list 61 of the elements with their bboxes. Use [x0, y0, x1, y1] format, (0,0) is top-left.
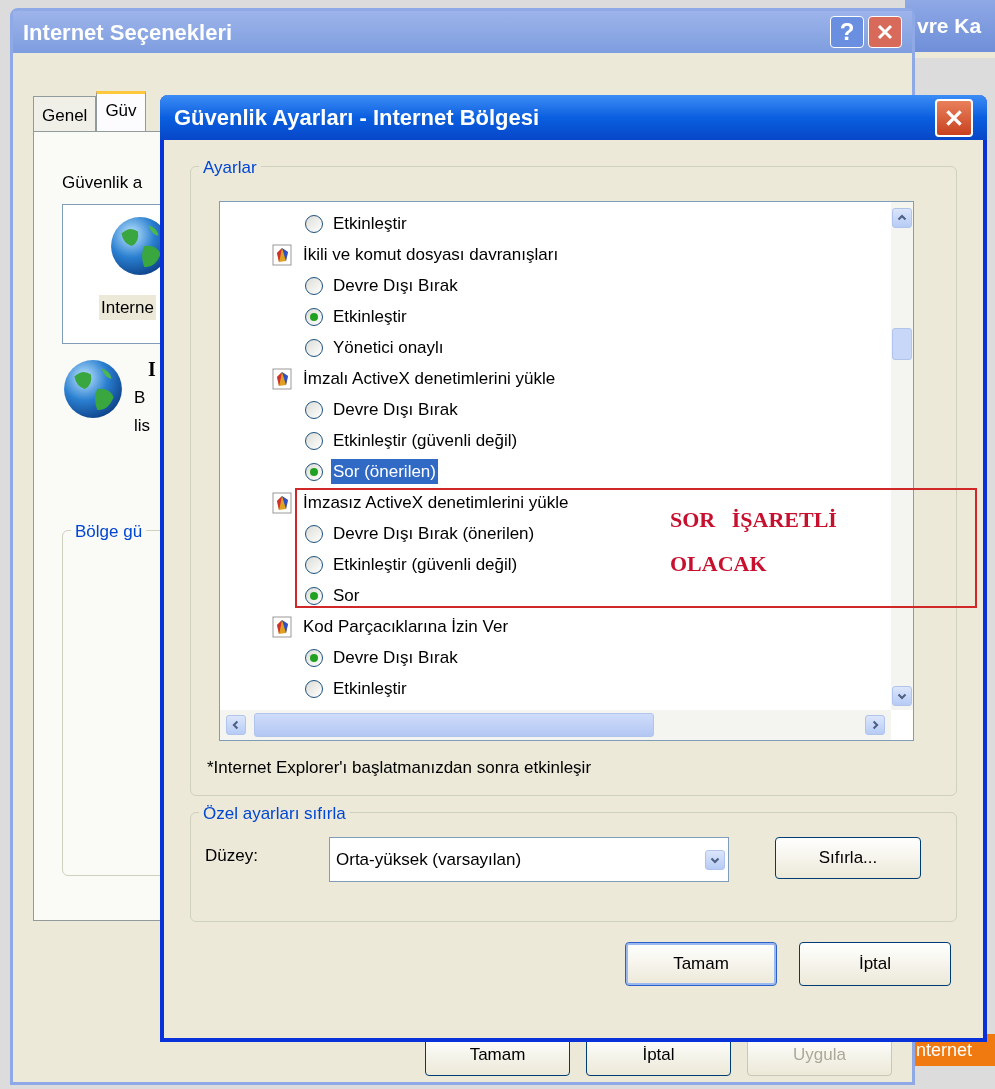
- tab[interactable]: Genel: [33, 96, 97, 131]
- option-label[interactable]: Devre Dışı Bırak: [331, 272, 460, 299]
- radio-button[interactable]: [305, 524, 323, 543]
- annotation-text: SOR İŞARETLİ: [670, 506, 838, 534]
- option-label[interactable]: Devre Dışı Bırak (önerilen): [331, 520, 537, 547]
- horizontal-scrollbar[interactable]: [220, 710, 891, 740]
- window-title: nternet: [916, 1038, 973, 1062]
- zone-heading: I: [147, 356, 156, 382]
- note-text: *Internet Explorer'ı başlatmanızdan sonra etkinleşir: [207, 757, 593, 779]
- field-label: Düzey:: [205, 845, 259, 867]
- radio-button[interactable]: [305, 586, 323, 605]
- setting-heading[interactable]: İmzalı ActiveX denetimlerini yükle: [301, 365, 558, 392]
- document-icon: [272, 491, 292, 514]
- document-icon: [272, 243, 292, 266]
- radio-button[interactable]: [305, 462, 323, 481]
- scrollbar-thumb[interactable]: [254, 713, 654, 737]
- option-label[interactable]: Etkinleştir: [331, 303, 409, 330]
- close-icon: [875, 22, 895, 42]
- option-label[interactable]: Yönetici onaylı: [331, 334, 446, 361]
- reset-button[interactable]: Sıfırla...: [775, 837, 921, 879]
- scroll-left-icon[interactable]: [226, 715, 246, 735]
- section-label: Güvenlik a: [62, 172, 144, 194]
- option-label[interactable]: Devre Dışı Bırak: [331, 396, 460, 423]
- document-icon: [272, 615, 292, 638]
- window-title: Güvenlik Ayarları - Internet Bölgesi: [174, 104, 541, 132]
- scroll-down-icon[interactable]: [892, 686, 912, 706]
- dialog-button[interactable]: İptal: [799, 942, 951, 986]
- radio-button[interactable]: [305, 307, 323, 326]
- close-button[interactable]: [935, 98, 973, 137]
- option-label[interactable]: Etkinleştir: [331, 210, 409, 237]
- tab[interactable]: Güv: [96, 91, 146, 131]
- option-label[interactable]: Devre Dışı Bırak: [331, 644, 460, 671]
- option-label[interactable]: Sor (önerilen): [331, 458, 438, 485]
- setting-heading[interactable]: Kod Parçacıklarına İzin Ver: [301, 613, 511, 640]
- globe-icon: [62, 357, 124, 420]
- option-label[interactable]: Etkinleştir: [331, 675, 409, 702]
- level-dropdown[interactable]: Orta-yüksek (varsayılan): [329, 837, 729, 882]
- radio-button[interactable]: [305, 679, 323, 698]
- window-title: Internet Seçenekleri: [23, 18, 234, 47]
- document-icon: [272, 367, 292, 390]
- radio-button[interactable]: [305, 338, 323, 357]
- zone-description: B: [134, 386, 147, 409]
- radio-button[interactable]: [305, 276, 323, 295]
- window-title: vre Ka: [917, 13, 982, 40]
- option-label[interactable]: Etkinleştir (güvenli değil): [331, 551, 520, 578]
- zone-name[interactable]: Interne: [99, 294, 156, 320]
- radio-button[interactable]: [305, 431, 323, 450]
- radio-button[interactable]: [305, 400, 323, 419]
- dialog-button[interactable]: Tamam: [625, 942, 777, 986]
- annotation-text: OLACAK: [670, 550, 768, 578]
- scroll-right-icon[interactable]: [865, 715, 885, 735]
- radio-button[interactable]: [305, 555, 323, 574]
- vertical-scrollbar[interactable]: [891, 202, 913, 710]
- setting-heading[interactable]: İkili ve komut dosyası davranışları: [301, 241, 561, 268]
- close-button[interactable]: [868, 16, 902, 48]
- scrollbar-thumb[interactable]: [892, 328, 912, 360]
- radio-button[interactable]: [305, 214, 323, 233]
- scroll-up-icon[interactable]: [892, 208, 912, 228]
- radio-button[interactable]: [305, 648, 323, 667]
- option-label[interactable]: Etkinleştir (güvenli değil): [331, 427, 520, 454]
- zone-description: lis: [134, 414, 152, 437]
